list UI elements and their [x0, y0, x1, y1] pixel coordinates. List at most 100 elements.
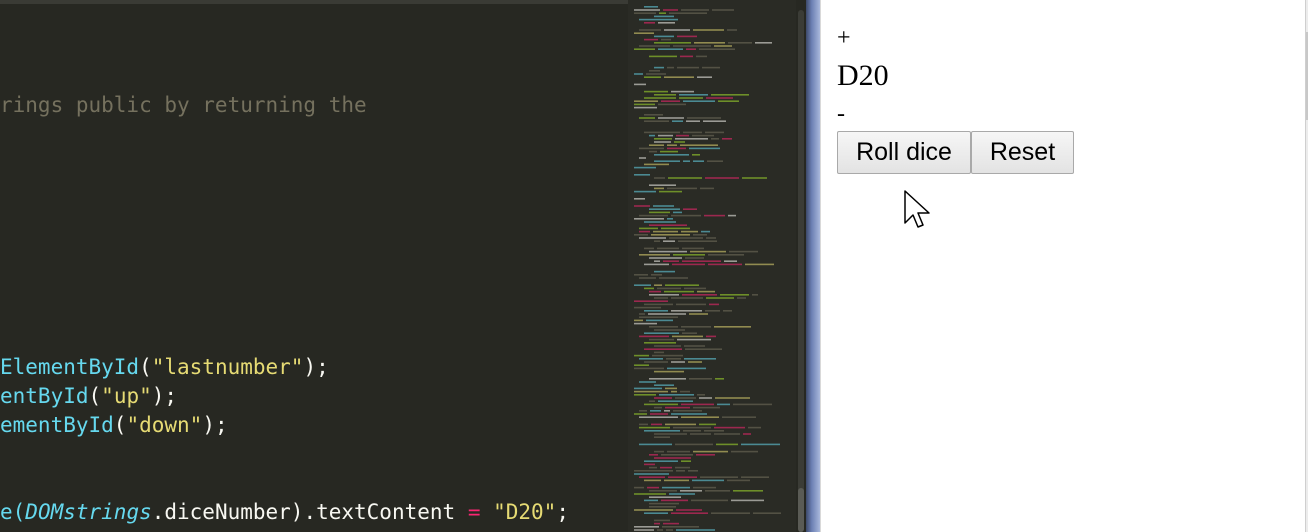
- minimap-stroke: [649, 294, 679, 296]
- minimap-stroke: [689, 313, 708, 315]
- minimap-stroke: [680, 490, 702, 492]
- minimap-stroke: [654, 457, 691, 459]
- minimap-stroke: [684, 287, 706, 290]
- minimap-stroke: [644, 342, 676, 344]
- minimap-stroke: [675, 443, 713, 446]
- minimap-stroke: [639, 157, 646, 159]
- minimap-stroke: [634, 529, 654, 531]
- minimap-stroke: [657, 287, 681, 290]
- editor-minimap[interactable]: [628, 0, 796, 532]
- minimap-stroke: [651, 234, 690, 236]
- code-token-close: );: [151, 384, 178, 408]
- dice-number-label: D20: [837, 59, 889, 92]
- minimap-stroke: [654, 436, 670, 438]
- minimap-stroke: [649, 150, 657, 153]
- minimap-stroke: [677, 35, 697, 38]
- minimap-stroke: [733, 403, 772, 406]
- roll-dice-button[interactable]: Roll dice: [837, 131, 971, 174]
- minimap-stroke: [634, 387, 662, 390]
- dice-down-button[interactable]: -: [837, 100, 845, 128]
- minimap-stroke: [653, 230, 678, 233]
- minimap-stroke: [639, 254, 670, 256]
- minimap-stroke: [703, 120, 726, 122]
- minimap-stroke: [654, 284, 662, 286]
- minimap-stroke: [694, 42, 725, 44]
- minimap-stroke: [649, 257, 682, 259]
- minimap-stroke: [681, 403, 714, 406]
- minimap-stroke: [669, 493, 695, 495]
- minimap-stroke: [653, 205, 674, 207]
- minimap-stroke: [650, 410, 661, 412]
- minimap-stroke: [663, 9, 678, 11]
- scrollbar-thumb[interactable]: [798, 488, 804, 532]
- minimap-stroke: [649, 326, 678, 328]
- minimap-stroke: [677, 338, 711, 341]
- minimap-stroke: [706, 297, 734, 299]
- minimap-stroke: [644, 403, 678, 406]
- minimap-stroke: [682, 260, 721, 262]
- minimap-stroke: [680, 390, 690, 393]
- minimap-stroke: [661, 227, 690, 230]
- minimap-stroke: [676, 470, 685, 472]
- minimap-stroke: [705, 177, 739, 179]
- minimap-stroke: [647, 486, 659, 489]
- minimap-stroke: [715, 397, 750, 399]
- minimap-stroke: [649, 211, 670, 214]
- minimap-stroke: [688, 361, 702, 363]
- minimap-stroke: [696, 454, 715, 456]
- minimap-stroke: [692, 479, 724, 482]
- reset-button[interactable]: Reset: [971, 131, 1074, 174]
- minimap-stroke: [654, 187, 664, 190]
- minimap-stroke: [664, 479, 689, 482]
- code-editor[interactable]: rings public by returning the ElementByI…: [0, 0, 628, 532]
- code-line-textcontent: e(DOMstrings.diceNumber).textContent = "…: [0, 499, 569, 525]
- minimap-stroke: [709, 303, 719, 306]
- minimap-stroke: [639, 426, 670, 429]
- minimap-stroke: [681, 9, 709, 11]
- minimap-stroke: [634, 493, 666, 495]
- minimap-stroke: [649, 502, 679, 505]
- minimap-stroke: [674, 141, 685, 143]
- minimap-stroke: [667, 367, 706, 370]
- minimap-stroke: [639, 443, 672, 446]
- minimap-stroke: [662, 526, 699, 528]
- minimap-stroke: [665, 406, 690, 409]
- minimap-stroke: [688, 470, 698, 472]
- minimap-stroke: [689, 378, 712, 380]
- dice-up-button[interactable]: +: [837, 24, 851, 52]
- minimap-stroke: [639, 277, 656, 279]
- minimap-stroke: [718, 100, 739, 102]
- minimap-stroke: [654, 329, 685, 331]
- minimap-stroke: [683, 131, 702, 134]
- minimap-stroke: [651, 274, 662, 276]
- editor-scrollbar[interactable]: [796, 0, 806, 532]
- code-token-string: "up": [101, 384, 152, 408]
- minimap-stroke: [664, 290, 694, 293]
- code-token-close: );: [303, 355, 329, 379]
- minimap-stroke: [727, 479, 750, 482]
- minimap-stroke: [662, 486, 690, 489]
- minimap-stroke: [654, 351, 664, 354]
- minimap-stroke: [651, 423, 662, 426]
- minimap-stroke: [634, 390, 668, 393]
- minimap-stroke: [634, 205, 650, 207]
- browser-page: + D20 - Roll dice Reset: [820, 0, 1308, 532]
- minimap-stroke: [659, 190, 682, 193]
- minimap-stroke: [644, 221, 676, 223]
- minimap-stroke: [649, 506, 676, 508]
- minimap-stroke: [711, 512, 750, 514]
- code-token-fn: entById: [0, 384, 89, 408]
- minimap-stroke: [661, 38, 671, 41]
- minimap-stroke: [731, 499, 764, 502]
- code-token-close: );: [202, 413, 228, 437]
- minimap-stroke: [666, 358, 681, 360]
- minimap-stroke: [671, 90, 694, 93]
- minimap-stroke: [686, 120, 700, 122]
- minimap-stroke: [654, 35, 674, 38]
- minimap-stroke: [724, 260, 737, 262]
- minimap-stroke: [658, 22, 675, 24]
- minimap-stroke: [682, 332, 697, 334]
- minimap-stroke: [723, 310, 732, 312]
- minimap-stroke: [706, 237, 716, 239]
- minimap-stroke: [639, 381, 656, 383]
